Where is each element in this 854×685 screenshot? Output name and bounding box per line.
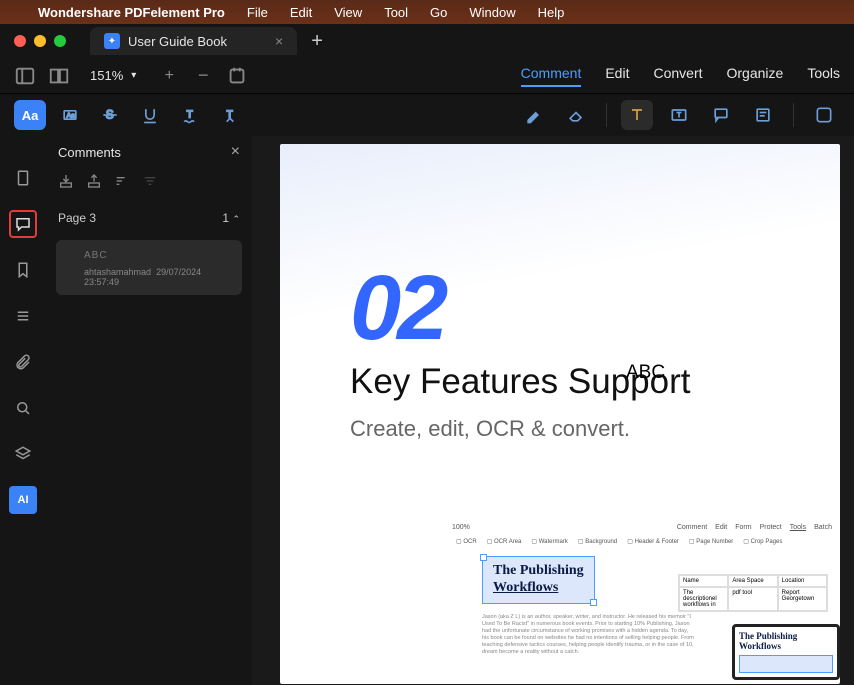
sidebar-toggle-icon[interactable]	[14, 67, 36, 85]
traffic-lights	[14, 35, 66, 47]
highlight-tool[interactable]: Aa	[14, 100, 46, 130]
mode-organize[interactable]: Organize	[727, 65, 784, 87]
more-tools-icon[interactable]	[808, 100, 840, 130]
comments-page-group[interactable]: Page 3 1 ⌃	[46, 204, 252, 232]
strikethrough-tool[interactable]: S	[94, 100, 126, 130]
pdf-page: 02 ABC Key Features Support Create, edit…	[280, 144, 840, 684]
filter-comments-icon[interactable]	[142, 173, 158, 194]
minimize-window-button[interactable]	[34, 35, 46, 47]
menu-help[interactable]: Help	[538, 5, 565, 20]
mode-convert[interactable]: Convert	[653, 65, 702, 87]
mode-comment[interactable]: Comment	[521, 65, 582, 87]
zoom-control[interactable]: 151%▾	[90, 68, 136, 83]
menu-edit[interactable]: Edit	[290, 5, 312, 20]
pdf-icon: ✦	[104, 33, 120, 49]
dual-page-icon[interactable]	[48, 67, 70, 85]
marker-tool[interactable]	[518, 100, 550, 130]
menu-window[interactable]: Window	[469, 5, 515, 20]
app-name[interactable]: Wondershare PDFelement Pro	[38, 5, 225, 20]
page-heading: Key Features Support	[350, 362, 780, 402]
bookmarks-icon[interactable]	[9, 256, 37, 284]
divider	[606, 103, 607, 127]
area-highlight-tool[interactable]: Aa	[54, 100, 86, 130]
sort-comments-icon[interactable]	[114, 173, 130, 194]
menu-tool[interactable]: Tool	[384, 5, 408, 20]
text-tool[interactable]	[621, 100, 653, 130]
import-comments-icon[interactable]	[58, 173, 74, 194]
eraser-tool[interactable]	[560, 100, 592, 130]
layers-icon[interactable]	[9, 440, 37, 468]
embedded-bodytext: Jason (aka Z L) is an author, speaker, w…	[446, 614, 696, 657]
text-annotation[interactable]: ABC	[626, 362, 665, 384]
svg-text:T: T	[187, 110, 193, 121]
document-canvas[interactable]: 02 ABC Key Features Support Create, edit…	[252, 136, 854, 685]
export-comments-icon[interactable]	[86, 173, 102, 194]
fit-page-icon[interactable]	[226, 67, 248, 85]
mode-edit[interactable]: Edit	[605, 65, 629, 87]
view-toolbar: 151%▾ + − Comment Edit Convert Organize …	[0, 58, 854, 94]
comment-text: ABC	[84, 250, 232, 261]
zoom-out-icon[interactable]: −	[192, 67, 214, 85]
comment-author: ahtashamahmad	[84, 267, 151, 277]
svg-text:Aa: Aa	[67, 113, 75, 120]
document-tab[interactable]: ✦ User Guide Book ×	[90, 27, 297, 55]
new-tab-button[interactable]: +	[311, 30, 323, 53]
close-panel-icon[interactable]: ×	[231, 143, 240, 161]
embedded-callout: The Publishing Workflows	[482, 556, 595, 604]
underline-tool[interactable]	[134, 100, 166, 130]
outline-icon[interactable]	[9, 302, 37, 330]
device-preview: The Publishing Workflows	[732, 624, 840, 680]
callout-tool[interactable]	[705, 100, 737, 130]
menu-view[interactable]: View	[334, 5, 362, 20]
comment-card[interactable]: ABC ahtashamahmad 29/07/2024 23:57:49	[56, 240, 242, 295]
squiggly-tool[interactable]: T	[174, 100, 206, 130]
tab-title: User Guide Book	[128, 34, 227, 49]
thumbnails-icon[interactable]	[9, 164, 37, 192]
attachments-icon[interactable]	[9, 348, 37, 376]
close-window-button[interactable]	[14, 35, 26, 47]
maximize-window-button[interactable]	[54, 35, 66, 47]
mode-tools[interactable]: Tools	[807, 65, 840, 87]
macos-menubar: Wondershare PDFelement Pro File Edit Vie…	[0, 0, 854, 24]
note-tool[interactable]	[747, 100, 779, 130]
textbox-tool[interactable]	[663, 100, 695, 130]
close-tab-icon[interactable]: ×	[275, 33, 283, 49]
search-icon[interactable]	[9, 394, 37, 422]
ai-button[interactable]: AI	[9, 486, 37, 514]
embedded-screenshot: 100% Comment Edit Form Protect Tools Bat…	[446, 520, 838, 680]
menu-file[interactable]: File	[247, 5, 268, 20]
menu-go[interactable]: Go	[430, 5, 447, 20]
window-chrome: ✦ User Guide Book × +	[0, 24, 854, 58]
page-label: Page 3	[58, 211, 96, 225]
page-number-large: 02	[350, 262, 780, 354]
comments-panel: Comments × Page 3 1 ⌃ ABC ahtashamahmad …	[46, 136, 252, 685]
divider	[793, 103, 794, 127]
caret-tool[interactable]: T	[214, 100, 246, 130]
left-sidebar: AI	[0, 136, 46, 685]
comments-title: Comments	[58, 145, 121, 160]
comment-toolstrip: Aa Aa S T T	[0, 94, 854, 136]
comments-nav-icon[interactable]	[9, 210, 37, 238]
zoom-in-icon[interactable]: +	[158, 67, 180, 85]
embedded-table: NameArea SpaceLocation The descriptionel…	[678, 574, 828, 612]
page-subheading: Create, edit, OCR & convert.	[350, 416, 780, 442]
